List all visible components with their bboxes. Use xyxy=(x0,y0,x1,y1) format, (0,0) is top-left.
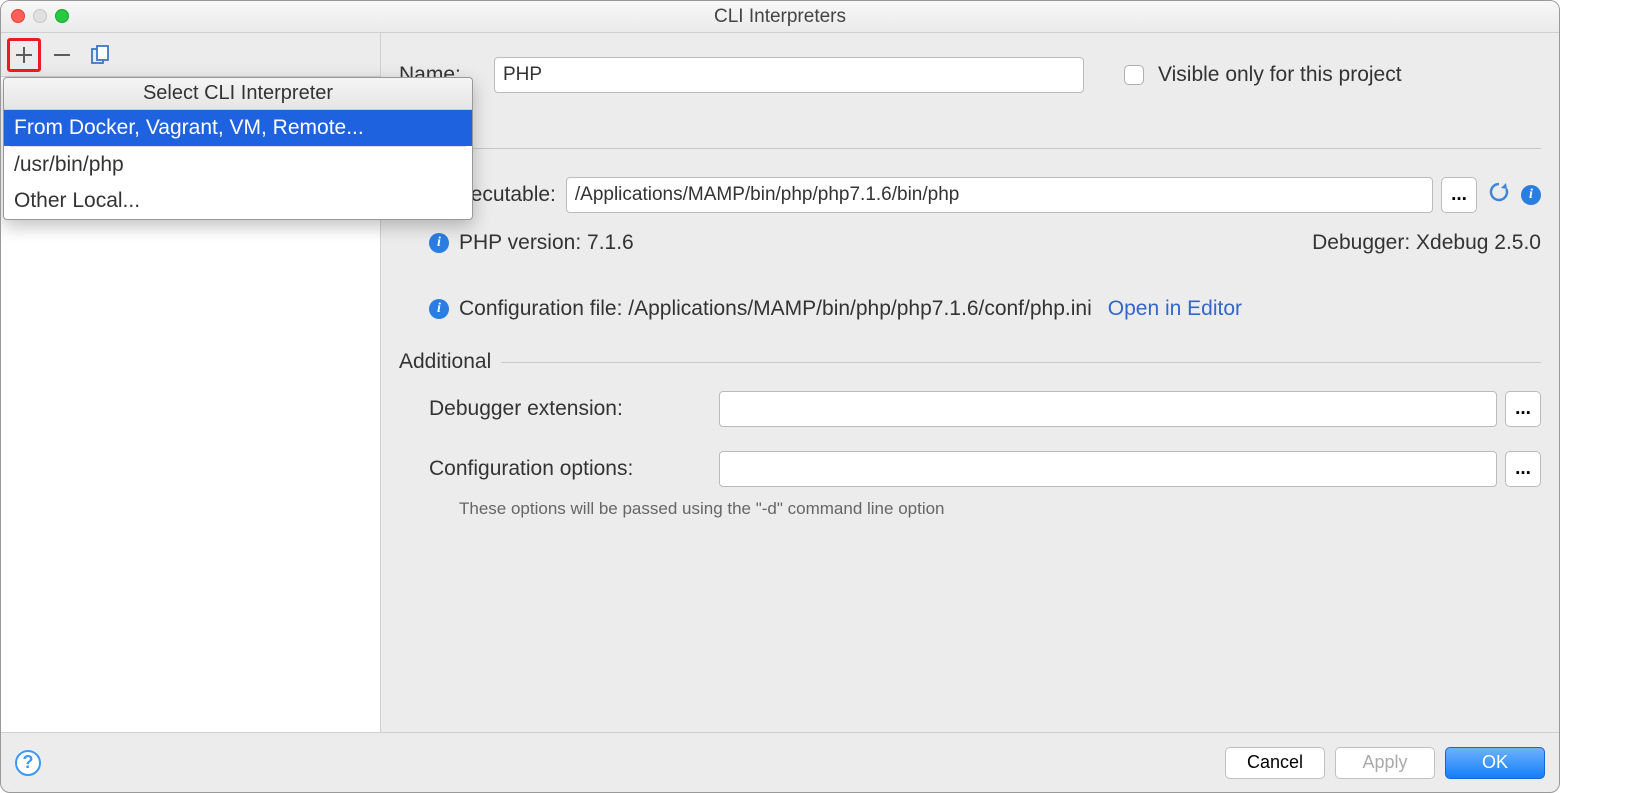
info-icon: i xyxy=(429,233,449,253)
config-options-field[interactable] xyxy=(719,451,1497,487)
remove-button[interactable] xyxy=(45,38,79,72)
php-executable-field[interactable] xyxy=(566,177,1433,213)
titlebar: CLI Interpreters xyxy=(1,1,1559,33)
main-panel: Name: Visible only for this project P ex… xyxy=(381,33,1559,732)
popup-item-other-local[interactable]: Other Local... xyxy=(4,183,472,219)
refresh-icon xyxy=(1487,180,1511,204)
minimize-icon xyxy=(33,9,47,23)
config-options-label: Configuration options: xyxy=(429,457,719,481)
select-interpreter-popup: Select CLI Interpreter From Docker, Vagr… xyxy=(3,77,473,220)
browse-button[interactable]: ... xyxy=(1441,177,1477,213)
info-icon[interactable]: i xyxy=(1521,185,1541,205)
apply-button: Apply xyxy=(1335,747,1435,779)
debugger-label: Debugger: Xdebug 2.5.0 xyxy=(1312,231,1541,255)
popup-item-local-path[interactable]: /usr/bin/php xyxy=(4,147,472,183)
traffic-lights xyxy=(11,9,69,23)
close-icon[interactable] xyxy=(11,9,25,23)
config-options-edit-button[interactable]: ... xyxy=(1505,451,1541,487)
open-in-editor-link[interactable]: Open in Editor xyxy=(1108,297,1242,321)
reload-button[interactable] xyxy=(1487,180,1511,210)
help-button[interactable]: ? xyxy=(15,750,41,776)
cancel-button[interactable]: Cancel xyxy=(1225,747,1325,779)
visible-only-label: Visible only for this project xyxy=(1158,63,1402,87)
dialog-footer: ? Cancel Apply OK xyxy=(1,732,1559,792)
ok-button[interactable]: OK xyxy=(1445,747,1545,779)
add-button[interactable] xyxy=(7,38,41,72)
sidebar-toolbar xyxy=(1,33,380,77)
info-icon: i xyxy=(429,299,449,319)
maximize-icon[interactable] xyxy=(55,9,69,23)
minus-icon xyxy=(53,46,71,64)
debugger-extension-label: Debugger extension: xyxy=(429,397,719,421)
section-additional: Additional xyxy=(399,349,1541,375)
visible-only-checkbox[interactable] xyxy=(1124,65,1144,85)
section-general xyxy=(399,135,1541,161)
plus-icon xyxy=(15,46,33,64)
debugger-extension-browse-button[interactable]: ... xyxy=(1505,391,1541,427)
config-options-hint: These options will be passed using the "… xyxy=(459,499,945,519)
window-title: CLI Interpreters xyxy=(1,6,1559,28)
copy-button[interactable] xyxy=(83,38,117,72)
popup-item-docker-remote[interactable]: From Docker, Vagrant, VM, Remote... xyxy=(4,110,472,146)
section-additional-label: Additional xyxy=(399,350,491,374)
config-file-label: Configuration file: /Applications/MAMP/b… xyxy=(459,297,1092,321)
dialog-body: Select CLI Interpreter From Docker, Vagr… xyxy=(1,33,1559,732)
debugger-extension-field[interactable] xyxy=(719,391,1497,427)
popup-title: Select CLI Interpreter xyxy=(4,78,472,110)
sidebar: Select CLI Interpreter From Docker, Vagr… xyxy=(1,33,381,732)
copy-icon xyxy=(89,44,111,66)
dialog-window: CLI Interpreters Select CL xyxy=(0,0,1560,793)
name-field[interactable] xyxy=(494,57,1084,93)
php-version-label: PHP version: 7.1.6 xyxy=(459,231,634,255)
